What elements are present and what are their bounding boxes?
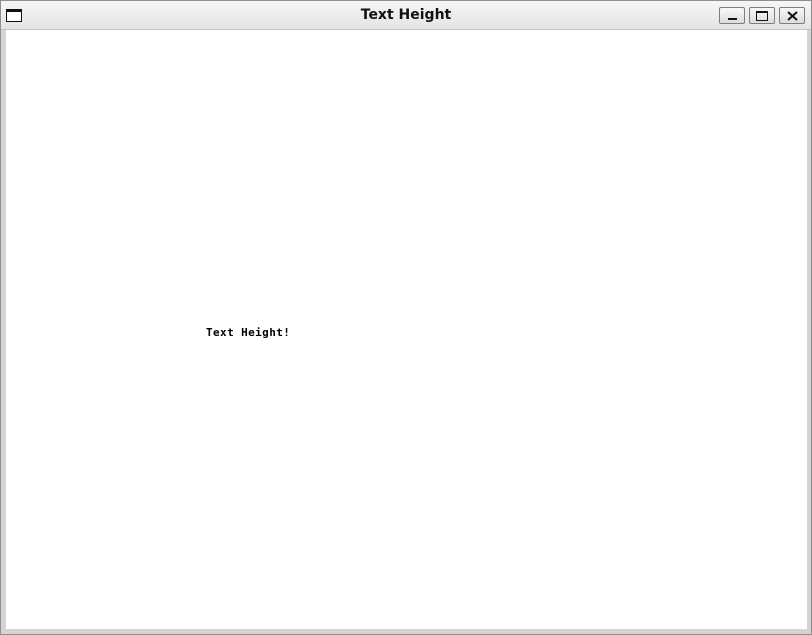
rendered-text: Text Height! bbox=[206, 326, 291, 339]
close-icon bbox=[787, 11, 798, 21]
window-title: Text Height bbox=[360, 7, 452, 23]
minimize-button[interactable] bbox=[719, 7, 745, 24]
maximize-button[interactable] bbox=[749, 7, 775, 24]
title-bar[interactable]: Text Height bbox=[1, 1, 811, 30]
close-button[interactable] bbox=[779, 7, 805, 24]
app-window: Text Height Text Height! bbox=[0, 0, 812, 635]
drawing-area: Text Height! bbox=[6, 30, 807, 629]
minimize-icon bbox=[728, 18, 737, 20]
maximize-icon bbox=[756, 11, 768, 21]
